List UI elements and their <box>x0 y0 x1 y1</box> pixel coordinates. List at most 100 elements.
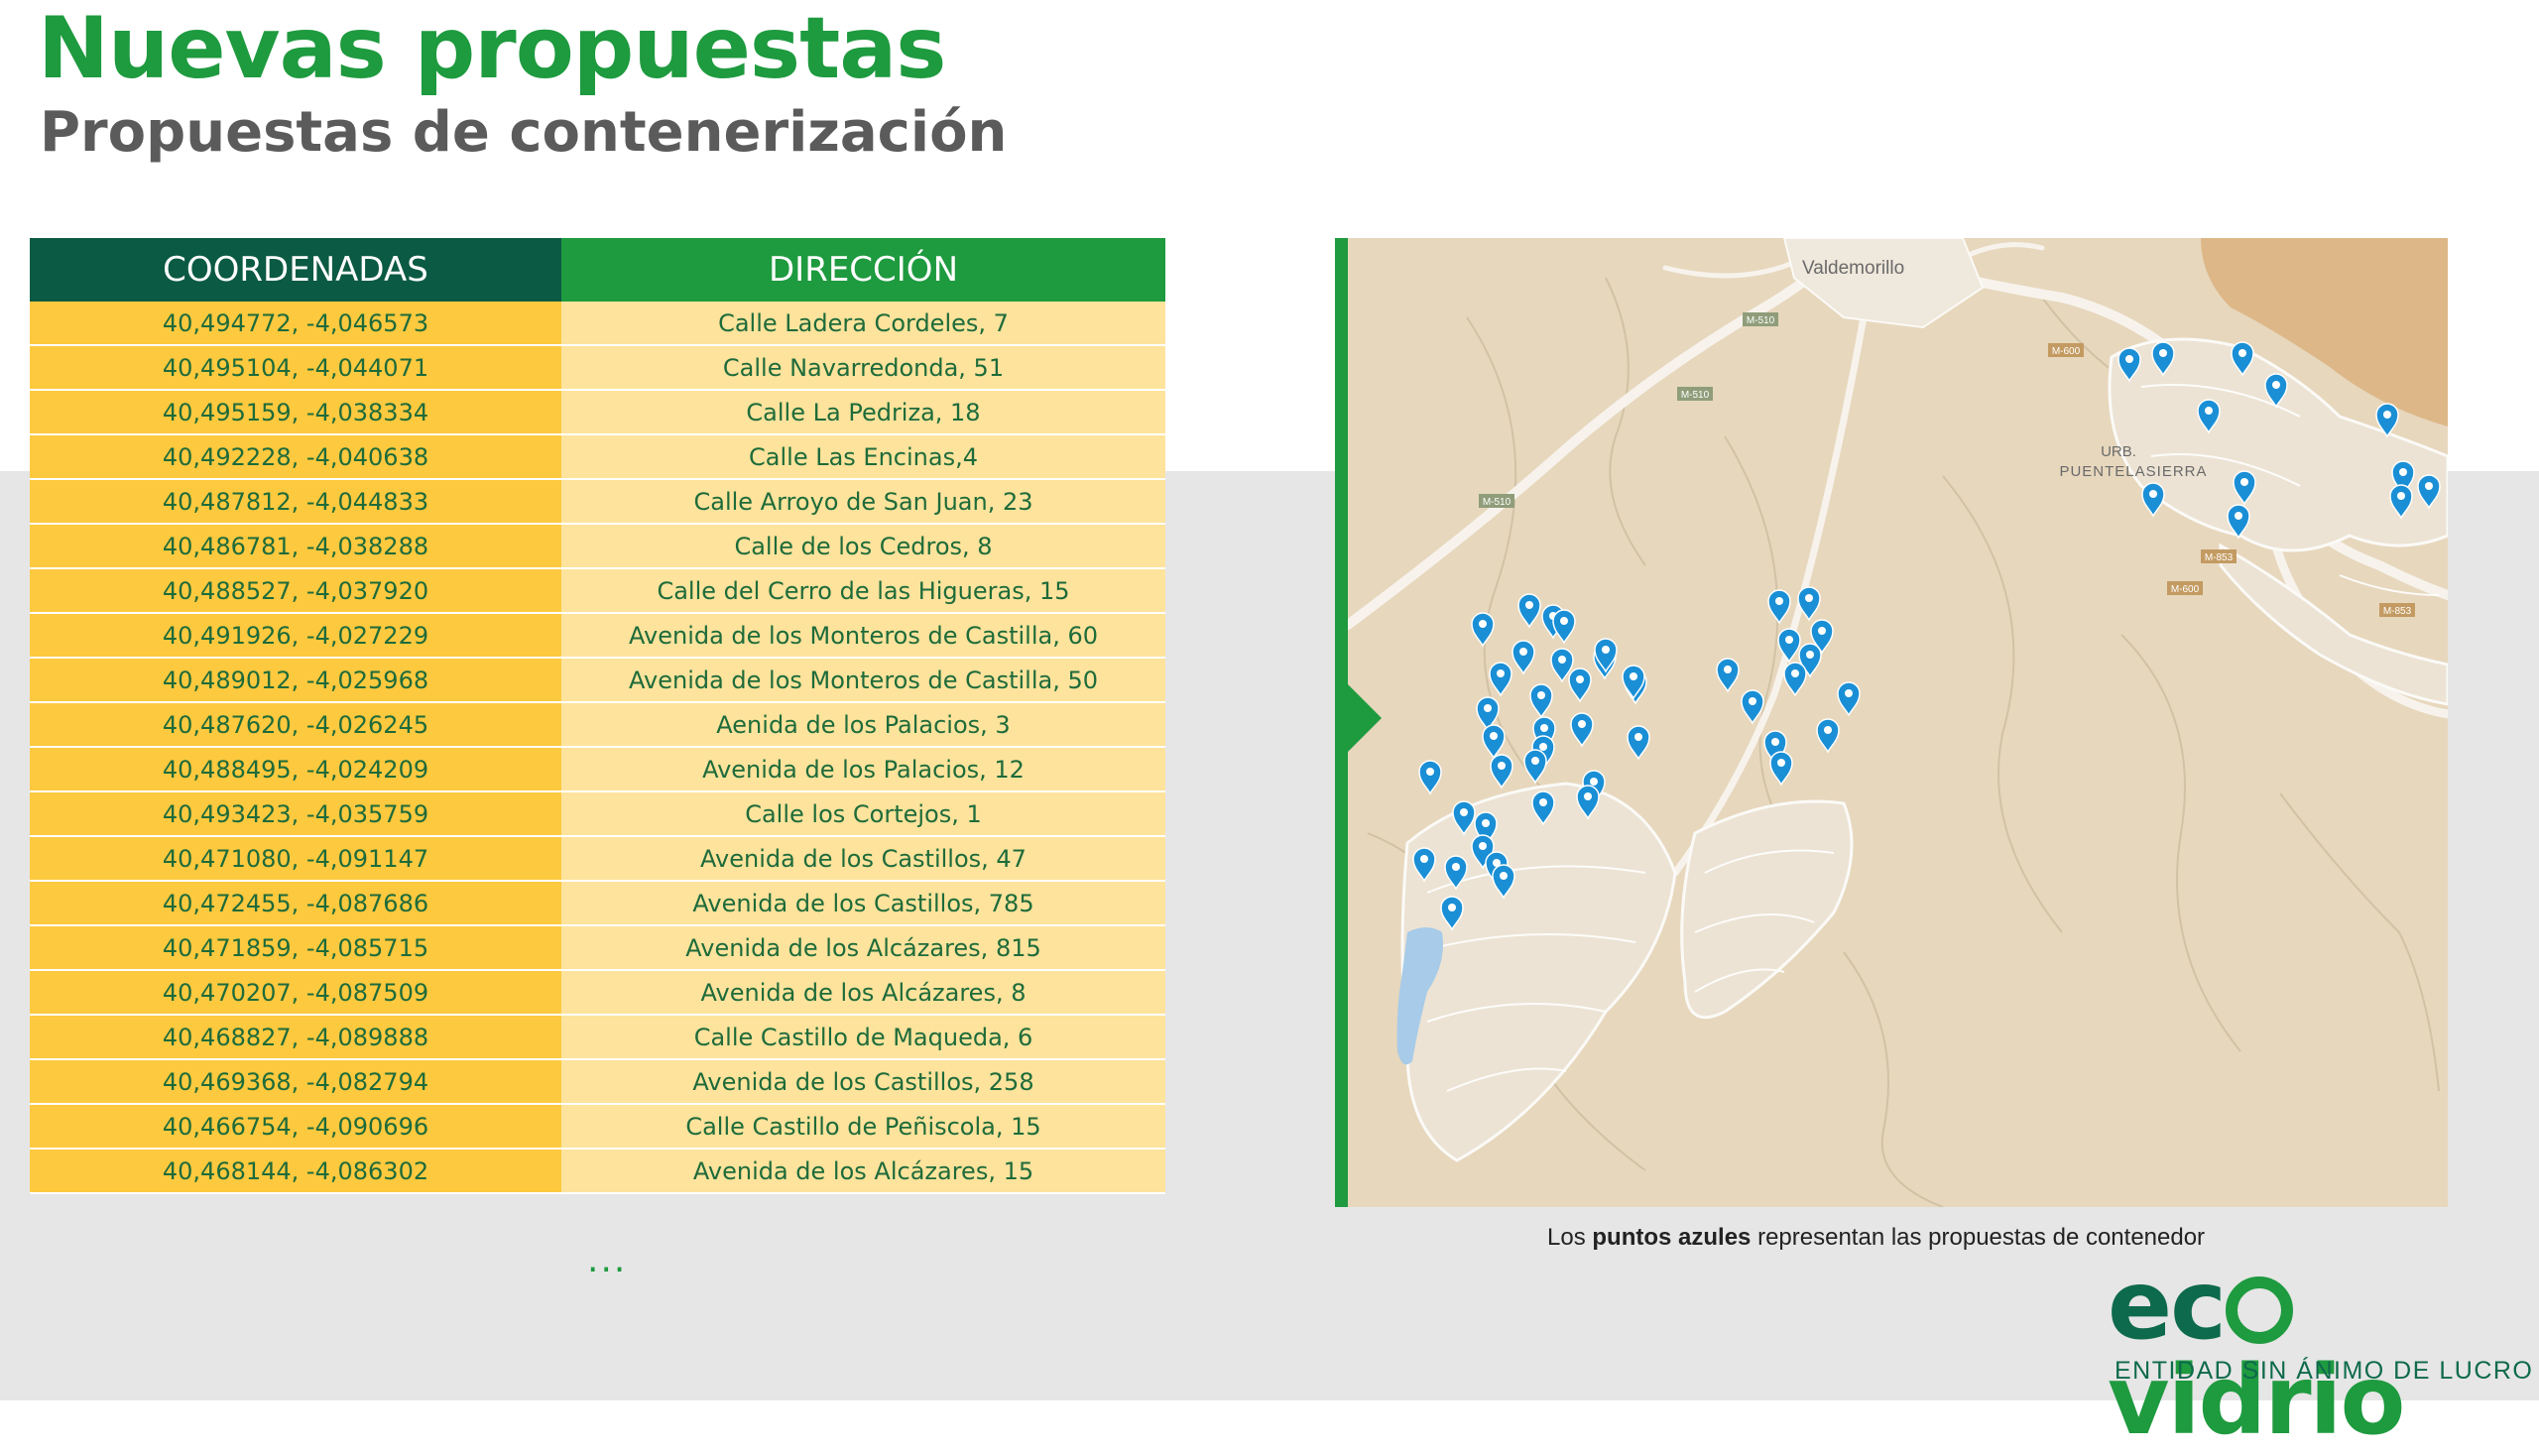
table-row: 40,468827, -4,089888 Calle Castillo de Ma… <box>30 1015 1165 1060</box>
svg-text:M-510: M-510 <box>1747 315 1775 326</box>
table-row: 40,488527, -4,037920 Calle del Cerro de l… <box>30 568 1165 614</box>
table-row: 40,471080, -4,091147 Avenida de los Casti… <box>30 836 1165 882</box>
logo-tagline: ENTIDAD SIN ÁNIMO DE LUCRO <box>2115 1357 2534 1385</box>
svg-text:M-600: M-600 <box>2171 584 2200 595</box>
table-row: 40,487620, -4,026245 Aenida de los Palaci… <box>30 702 1165 748</box>
caption-bold-text: puntos azules <box>1592 1224 1752 1251</box>
map-marker-icon <box>1627 725 1650 761</box>
coordinates-cell: 40,491926, -4,027229 <box>30 613 561 659</box>
map-marker-icon <box>1568 667 1592 703</box>
label-puentelasierra: PUENTELASIERRA <box>2059 463 2207 480</box>
coordinates-cell: 40,468144, -4,086302 <box>30 1149 561 1194</box>
map-marker-icon <box>1523 749 1547 785</box>
map-marker-icon <box>1570 712 1594 748</box>
map-marker-icon <box>1769 751 1793 787</box>
coordinates-cell: 40,486781, -4,038288 <box>30 524 561 569</box>
coordinates-cell: 40,472455, -4,087686 <box>30 881 561 926</box>
table-row: 40,469368, -4,082794 Avenida de los Casti… <box>30 1059 1165 1105</box>
address-cell: Avenida de los Palacios, 12 <box>561 747 1165 792</box>
svg-text:M-510: M-510 <box>1681 390 1710 401</box>
map-caption: Los puntos azules representan las propue… <box>1547 1224 2205 1252</box>
map-marker-icon <box>1552 609 1576 645</box>
address-cell: Calle Ladera Cordeles, 7 <box>561 302 1165 346</box>
table-row: 40,468144, -4,086302 Avenida de los Alcáz… <box>30 1149 1165 1194</box>
map-canvas: M-510 M-510 M-510 M-600 M-600 M-853 M-85… <box>1348 238 2448 1207</box>
table-header-row: COORDENADAS DIRECCIÓN <box>30 238 1165 302</box>
svg-text:M-853: M-853 <box>2205 552 2234 563</box>
page-subtitle: Propuestas de contenerización <box>40 100 1008 165</box>
ecovidrio-logo: ecvidrio <box>2108 1258 2539 1448</box>
address-cell: Calle Castillo de Maqueda, 6 <box>561 1015 1165 1060</box>
svg-text:M-510: M-510 <box>1483 497 1511 508</box>
address-cell: Calle Navarredonda, 51 <box>561 345 1165 391</box>
coordinates-cell: 40,469368, -4,082794 <box>30 1059 561 1105</box>
map-marker-icon <box>1741 689 1764 725</box>
table-row: 40,466754, -4,090696 Calle Castillo de Pe… <box>30 1104 1165 1150</box>
map-accent-bar <box>1335 238 1348 1207</box>
map-marker-icon <box>1517 593 1541 629</box>
header-address: DIRECCIÓN <box>561 238 1165 302</box>
map-marker-icon <box>1716 658 1740 693</box>
table-row: 40,494772, -4,046573 Calle Ladera Cordele… <box>30 302 1165 346</box>
map-marker-icon <box>1783 662 1807 697</box>
map-marker-icon <box>1767 589 1791 625</box>
map-marker-icon <box>1837 681 1861 717</box>
coordinates-cell: 40,487812, -4,044833 <box>30 479 561 525</box>
table-row: 40,495104, -4,044071 Calle Navarredonda, … <box>30 345 1165 391</box>
coordinates-cell: 40,466754, -4,090696 <box>30 1104 561 1150</box>
map-marker-icon <box>2141 482 2165 518</box>
recycle-ring-icon <box>2226 1276 2294 1344</box>
coordinates-cell: 40,495159, -4,038334 <box>30 390 561 435</box>
address-cell: Calle Las Encinas,4 <box>561 434 1165 480</box>
address-cell: Calle los Cortejos, 1 <box>561 791 1165 837</box>
proposals-table: COORDENADAS DIRECCIÓN 40,494772, -4,0465… <box>30 238 1165 1194</box>
address-cell: Calle Arroyo de San Juan, 23 <box>561 479 1165 525</box>
address-cell: Avenida de los Monteros de Castilla, 50 <box>561 658 1165 703</box>
table-row: 40,495159, -4,038334 Calle La Pedriza, 18 <box>30 390 1165 435</box>
map-marker-icon <box>1797 586 1821 622</box>
map-marker-icon <box>1489 662 1512 697</box>
address-cell: Avenida de los Alcázares, 15 <box>561 1149 1165 1194</box>
map-marker-icon <box>1777 628 1801 664</box>
address-cell: Avenida de los Castillos, 47 <box>561 836 1165 882</box>
caption-text-before: Los <box>1547 1224 1593 1251</box>
svg-text:M-853: M-853 <box>2383 606 2412 617</box>
table-row: 40,491926, -4,027229 Avenida de los Monte… <box>30 613 1165 659</box>
address-cell: Avenida de los Castillos, 258 <box>561 1059 1165 1105</box>
table-row: 40,487812, -4,044833 Calle Arroyo de San … <box>30 479 1165 525</box>
map-image: M-510 M-510 M-510 M-600 M-600 M-853 M-85… <box>1348 238 2448 1207</box>
table-row: 40,493423, -4,035759 Calle los Cortejos, … <box>30 791 1165 837</box>
table-row: 40,471859, -4,085715 Avenida de los Alcáz… <box>30 925 1165 971</box>
table-row: 40,488495, -4,024209 Avenida de los Palac… <box>30 747 1165 792</box>
more-rows-indicator: ... <box>587 1240 628 1280</box>
address-cell: Avenida de los Alcázares, 815 <box>561 925 1165 971</box>
address-cell: Avenida de los Castillos, 785 <box>561 881 1165 926</box>
coordinates-cell: 40,493423, -4,035759 <box>30 791 561 837</box>
address-cell: Calle de los Cedros, 8 <box>561 524 1165 569</box>
address-cell: Avenida de los Monteros de Castilla, 60 <box>561 613 1165 659</box>
label-valdemorillo: Valdemorillo <box>1802 258 1904 279</box>
address-cell: Calle La Pedriza, 18 <box>561 390 1165 435</box>
coordinates-cell: 40,468827, -4,089888 <box>30 1015 561 1060</box>
map-marker-icon <box>1529 683 1553 719</box>
map-marker-icon <box>1418 760 1442 795</box>
table-row: 40,492228, -4,040638 Calle Las Encinas,4 <box>30 434 1165 480</box>
page-title: Nuevas propuestas <box>38 0 946 98</box>
header-coordinates: COORDENADAS <box>30 238 561 302</box>
svg-text:M-600: M-600 <box>2052 346 2081 357</box>
address-cell: Calle del Cerro de las Higueras, 15 <box>561 568 1165 614</box>
table-row: 40,486781, -4,038288 Calle de los Cedros,… <box>30 524 1165 569</box>
table-row: 40,470207, -4,087509 Avenida de los Alcáz… <box>30 970 1165 1016</box>
address-cell: Aenida de los Palacios, 3 <box>561 702 1165 748</box>
coordinates-cell: 40,471859, -4,085715 <box>30 925 561 971</box>
coordinates-cell: 40,488527, -4,037920 <box>30 568 561 614</box>
coordinates-cell: 40,470207, -4,087509 <box>30 970 561 1016</box>
coordinates-cell: 40,489012, -4,025968 <box>30 658 561 703</box>
map-marker-icon <box>1471 612 1495 648</box>
caption-text-after: representan las propuestas de contenedor <box>1751 1224 2206 1251</box>
coordinates-cell: 40,471080, -4,091147 <box>30 836 561 882</box>
coordinates-cell: 40,494772, -4,046573 <box>30 302 561 346</box>
address-cell: Avenida de los Alcázares, 8 <box>561 970 1165 1016</box>
coordinates-cell: 40,488495, -4,024209 <box>30 747 561 792</box>
map-marker-icon <box>1511 640 1535 675</box>
